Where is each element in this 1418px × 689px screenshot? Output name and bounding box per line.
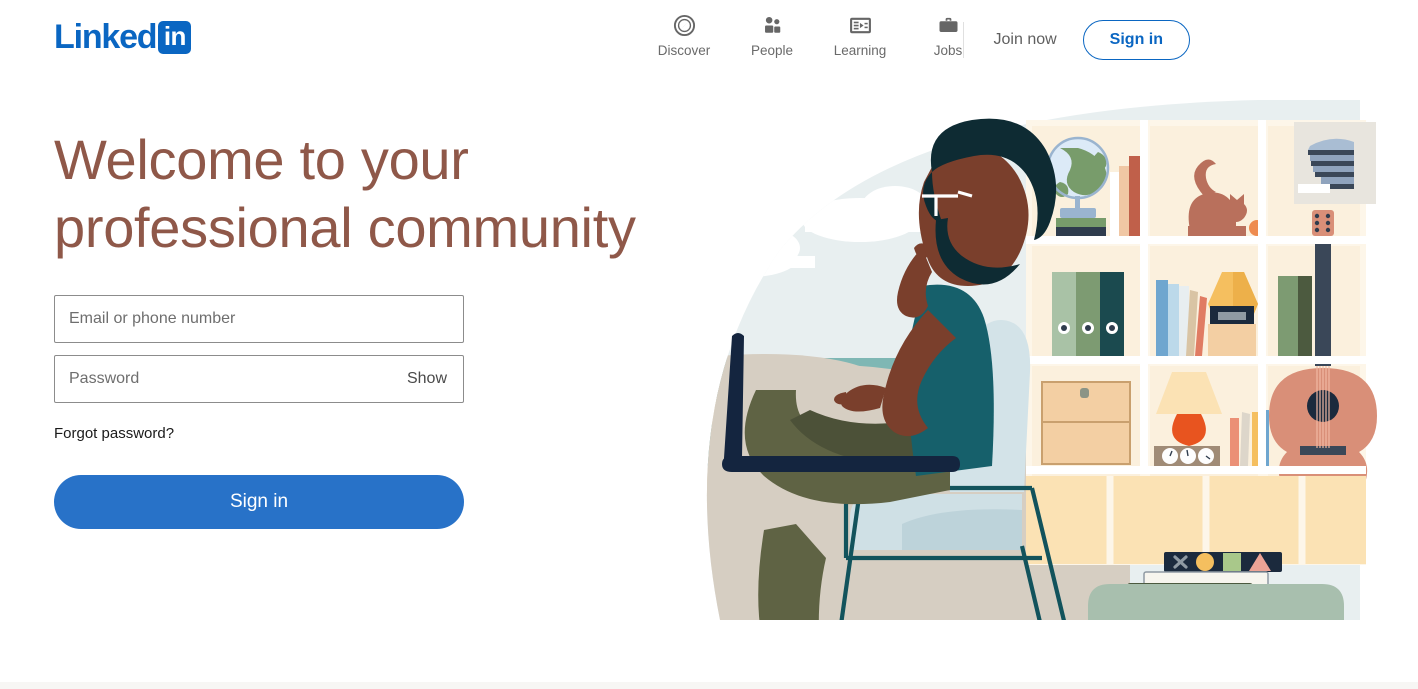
people-icon [761, 12, 784, 38]
primary-nav: Discover People Learning Jobs [640, 12, 992, 59]
page-title-line1: Welcome to your [54, 128, 469, 191]
email-input[interactable] [55, 296, 463, 342]
auth-actions: Join now Sign in [962, 20, 1190, 60]
join-now-link[interactable]: Join now [990, 23, 1061, 57]
page-title: Welcome to your professional community [54, 126, 674, 263]
logo-wordmark: Linked [54, 18, 158, 56]
nav-label-discover: Discover [657, 43, 711, 58]
email-field-wrapper[interactable] [54, 295, 464, 343]
linkedin-login-page: Linked in Discover People Learning Jobs … [0, 0, 1418, 689]
login-form: Show Forgot password? Sign in [54, 295, 464, 529]
framed-art [1294, 122, 1376, 204]
nav-label-people: People [750, 43, 794, 58]
nav-item-people[interactable]: People [728, 12, 816, 59]
hero-illustration [660, 100, 1400, 689]
password-input[interactable] [55, 356, 463, 402]
briefcase-icon [937, 12, 960, 38]
page-title-line2: professional community [54, 196, 636, 260]
nav-item-learning[interactable]: Learning [816, 12, 904, 59]
drawer-cabinet [1041, 381, 1131, 465]
binders [1052, 272, 1124, 356]
linkedin-logo[interactable]: Linked in [54, 18, 192, 56]
show-password-button[interactable]: Show [407, 370, 447, 388]
logo-in-badge: in [158, 20, 192, 54]
site-header: Linked in Discover People Learning Jobs … [0, 0, 1418, 76]
learning-icon [849, 12, 872, 38]
nav-item-discover[interactable]: Discover [640, 12, 728, 59]
header-sign-in-button[interactable]: Sign in [1082, 20, 1190, 60]
nav-divider [962, 22, 964, 58]
forgot-password-link[interactable]: Forgot password? [54, 425, 174, 442]
page-bottom-strip [0, 682, 1418, 689]
nav-label-learning: Learning [833, 43, 887, 58]
nav-label-jobs: Jobs [933, 43, 963, 58]
password-field-wrapper[interactable]: Show [54, 355, 464, 403]
globe [1046, 136, 1110, 236]
compass-icon [673, 12, 696, 38]
submit-sign-in-button[interactable]: Sign in [54, 475, 464, 529]
